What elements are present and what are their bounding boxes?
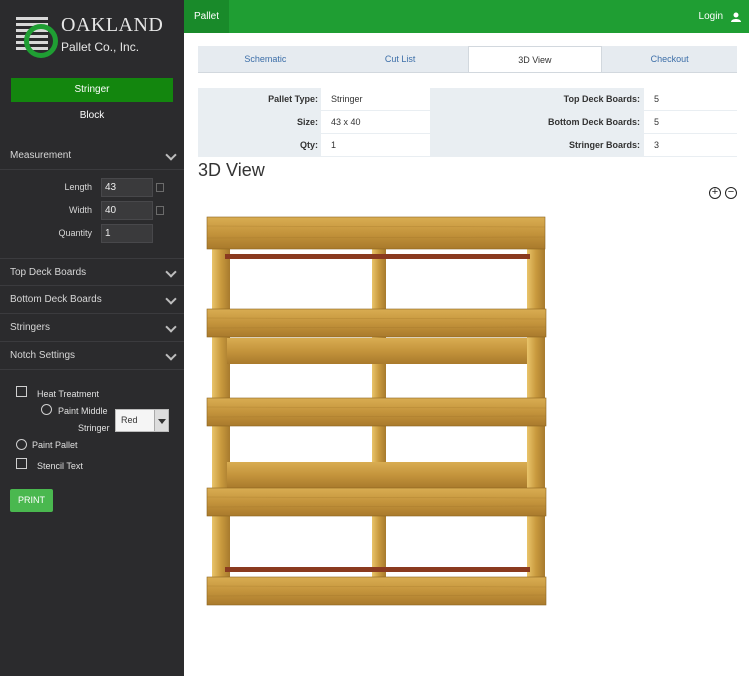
paint-color-value: Red bbox=[121, 415, 138, 425]
logo-ring bbox=[24, 24, 58, 58]
bottom-deck-section-label: Bottom Deck Boards bbox=[10, 294, 102, 305]
top-board bbox=[206, 397, 547, 427]
bottom-board bbox=[225, 567, 530, 572]
tab-schematic[interactable]: Schematic bbox=[198, 46, 333, 72]
top-board bbox=[206, 216, 546, 250]
paint-middle-radio[interactable] bbox=[41, 404, 52, 415]
nav-tab-pallet[interactable]: Pallet bbox=[184, 0, 229, 33]
chevron-down-icon bbox=[165, 293, 177, 305]
tab-checkout[interactable]: Checkout bbox=[602, 46, 737, 72]
top-board bbox=[206, 576, 547, 606]
paint-color-select[interactable]: Red bbox=[115, 409, 169, 432]
chevron-down-icon bbox=[165, 149, 177, 161]
calendar-icon bbox=[156, 183, 164, 192]
qty-label: Qty: bbox=[300, 140, 318, 150]
top-deck-section-header[interactable]: Top Deck Boards bbox=[0, 258, 184, 286]
login-label: Login bbox=[698, 11, 723, 22]
top-deck-value: 5 bbox=[644, 88, 737, 110]
sidebar: OAKLAND Pallet Co., Inc. Stringer Block … bbox=[0, 0, 184, 676]
block-type-button[interactable]: Block bbox=[11, 105, 173, 127]
top-navbar: Pallet Login bbox=[184, 0, 749, 33]
stringer-boards-label: Stringer Boards: bbox=[568, 140, 640, 150]
length-label: Length bbox=[64, 182, 92, 192]
pallet-3d-view[interactable] bbox=[205, 212, 550, 612]
paint-middle-stringer-label: Stringer bbox=[78, 423, 110, 433]
notch-section-header[interactable]: Notch Settings bbox=[0, 342, 184, 370]
chevron-down-icon bbox=[165, 321, 177, 333]
stringer-boards-value: 3 bbox=[644, 134, 737, 156]
zoom-out-icon[interactable]: − bbox=[725, 187, 737, 199]
tab-3d-view[interactable]: 3D View bbox=[467, 46, 603, 72]
zoom-in-icon[interactable]: + bbox=[709, 187, 721, 199]
size-label: Size: bbox=[296, 117, 318, 127]
top-deck-section-label: Top Deck Boards bbox=[10, 267, 87, 278]
bottom-deck-label: Bottom Deck Boards: bbox=[547, 117, 640, 127]
bottom-deck-section-header[interactable]: Bottom Deck Boards bbox=[0, 286, 184, 314]
width-input[interactable]: 40 bbox=[101, 201, 153, 220]
measurement-section-header[interactable]: Measurement bbox=[0, 142, 184, 170]
top-deck-label: Top Deck Boards: bbox=[563, 94, 640, 104]
top-board bbox=[206, 308, 547, 338]
bottom-deck-value: 5 bbox=[644, 111, 737, 133]
chevron-down-icon bbox=[165, 266, 177, 278]
stencil-text-checkbox[interactable] bbox=[16, 458, 27, 469]
notch-section-label: Notch Settings bbox=[10, 350, 76, 361]
length-input[interactable]: 43 bbox=[101, 178, 153, 197]
bottom-board bbox=[227, 338, 527, 364]
stringer-type-button[interactable]: Stringer bbox=[11, 78, 173, 102]
qty-value: 1 bbox=[321, 134, 430, 156]
pallet-info-table: Pallet Type: Stringer Top Deck Boards: 5… bbox=[198, 88, 737, 157]
chevron-down-icon bbox=[165, 349, 177, 361]
quantity-label: Quantity bbox=[58, 228, 92, 238]
measurement-section-label: Measurement bbox=[10, 150, 72, 161]
heat-treatment-label: Heat Treatment bbox=[37, 389, 100, 399]
size-value: 43 x 40 bbox=[321, 111, 430, 133]
print-button[interactable]: PRINT bbox=[10, 489, 53, 512]
view-tabs: Schematic Cut List 3D View Checkout bbox=[198, 46, 737, 73]
calendar-icon bbox=[156, 206, 164, 215]
stencil-text-label: Stencil Text bbox=[37, 461, 83, 471]
tab-cut-list[interactable]: Cut List bbox=[333, 46, 468, 72]
bottom-board bbox=[227, 462, 527, 488]
heat-treatment-checkbox[interactable] bbox=[16, 386, 27, 397]
logo-name: OAKLAND bbox=[61, 14, 164, 36]
company-logo[interactable]: OAKLAND Pallet Co., Inc. bbox=[16, 14, 163, 58]
pallet-type-label: Pallet Type: bbox=[268, 94, 318, 104]
paint-middle-label: Paint Middle bbox=[58, 406, 108, 416]
paint-pallet-radio[interactable] bbox=[16, 439, 27, 450]
user-icon bbox=[731, 12, 741, 22]
width-label: Width bbox=[68, 205, 92, 215]
pallet-type-value: Stringer bbox=[321, 88, 430, 110]
quantity-input[interactable]: 1 bbox=[101, 224, 153, 243]
stringers-section-label: Stringers bbox=[10, 322, 51, 333]
login-link[interactable]: Login bbox=[699, 0, 741, 33]
bottom-board bbox=[225, 254, 530, 259]
paint-pallet-label: Paint Pallet bbox=[32, 440, 78, 450]
stringers-section-header[interactable]: Stringers bbox=[0, 314, 184, 342]
logo-subtitle: Pallet Co., Inc. bbox=[61, 40, 140, 54]
dropdown-arrow-icon bbox=[154, 410, 168, 431]
top-board bbox=[206, 487, 547, 517]
view-title: 3D View bbox=[198, 160, 265, 180]
